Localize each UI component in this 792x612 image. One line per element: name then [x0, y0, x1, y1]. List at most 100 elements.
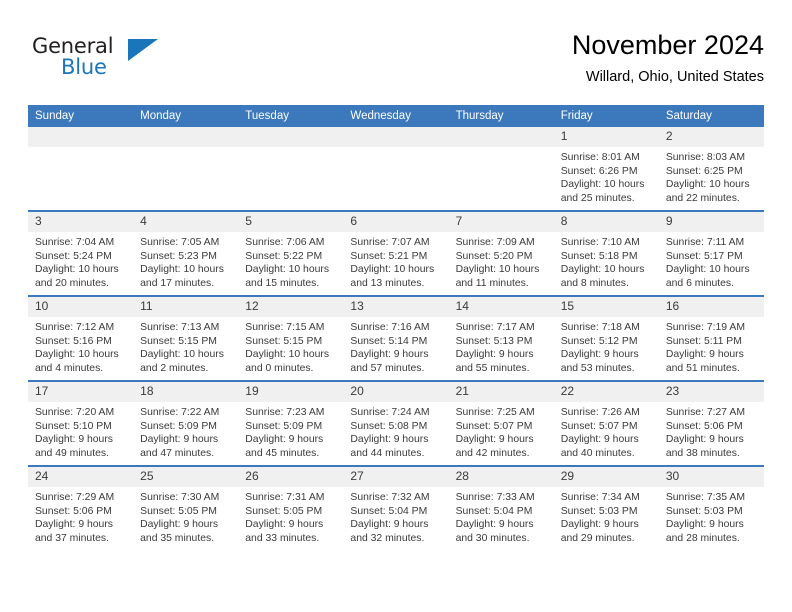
day-number: 20 — [343, 382, 449, 402]
day-details: Sunrise: 7:07 AM Sunset: 5:21 PM Daylight:… — [343, 232, 448, 290]
day-details: Sunrise: 7:23 AM Sunset: 5:09 PM Daylight:… — [238, 402, 343, 460]
sunset-text: Sunset: 5:22 PM — [245, 250, 323, 262]
sunset-text: Sunset: 5:07 PM — [560, 420, 638, 432]
day-details: Sunrise: 8:01 AM Sunset: 6:26 PM Daylight:… — [554, 147, 659, 205]
day-number: 23 — [658, 382, 764, 402]
calendar-day-cell[interactable]: 25 Sunrise: 7:30 AM Sunset: 5:05 PM Dayligh… — [133, 465, 239, 550]
sunrise-text: Sunrise: 7:17 AM — [455, 322, 535, 333]
calendar-day-cell[interactable]: 19 Sunrise: 7:23 AM Sunset: 5:09 PM Dayligh… — [238, 380, 344, 466]
calendar-week-row: 10 Sunrise: 7:12 AM Sunset: 5:16 PM Dayligh… — [28, 295, 764, 381]
calendar-day-cell[interactable]: 12 Sunrise: 7:15 AM Sunset: 5:15 PM Dayligh… — [238, 295, 344, 381]
day-number: 18 — [133, 382, 239, 402]
weekday-header-row: Sunday Monday Tuesday Wednesday Thursday… — [28, 105, 764, 127]
day-cell-inner: 13 Sunrise: 7:16 AM Sunset: 5:14 PM Dayligh… — [343, 297, 449, 380]
day-cell-inner: 23 Sunrise: 7:27 AM Sunset: 5:06 PM Dayligh… — [658, 382, 764, 465]
page-header: General Blue November 2024 Willard, Ohio… — [28, 28, 764, 98]
calendar-day-cell[interactable]: 8 Sunrise: 7:10 AM Sunset: 5:18 PM Daylight… — [553, 210, 659, 296]
calendar-day-cell[interactable]: 2 Sunrise: 8:03 AM Sunset: 6:25 PM Daylight… — [658, 127, 764, 211]
calendar-cell-empty — [133, 127, 239, 211]
sunset-text: Sunset: 5:12 PM — [560, 335, 638, 347]
daylight-text: Daylight: 9 hours and 29 minutes. — [560, 519, 639, 544]
day-number: 4 — [133, 212, 239, 232]
calendar-day-cell[interactable]: 23 Sunrise: 7:27 AM Sunset: 5:06 PM Dayligh… — [658, 380, 764, 466]
sunset-text: Sunset: 5:08 PM — [350, 420, 428, 432]
sunrise-text: Sunrise: 7:27 AM — [665, 407, 745, 418]
calendar-day-cell[interactable]: 18 Sunrise: 7:22 AM Sunset: 5:09 PM Dayligh… — [133, 380, 239, 466]
sunrise-text: Sunrise: 7:35 AM — [665, 492, 745, 503]
calendar-day-cell[interactable]: 6 Sunrise: 7:07 AM Sunset: 5:21 PM Daylight… — [343, 210, 449, 296]
day-number — [133, 127, 239, 147]
day-cell-inner: 12 Sunrise: 7:15 AM Sunset: 5:15 PM Dayligh… — [238, 297, 344, 380]
day-cell-inner: 6 Sunrise: 7:07 AM Sunset: 5:21 PM Daylight… — [343, 212, 449, 295]
day-number: 6 — [343, 212, 449, 232]
daylight-text: Daylight: 10 hours and 4 minutes. — [35, 349, 119, 374]
day-cell-inner: 18 Sunrise: 7:22 AM Sunset: 5:09 PM Dayligh… — [133, 382, 239, 465]
day-number: 8 — [553, 212, 659, 232]
weekday-header-friday: Friday — [553, 105, 659, 127]
calendar-day-cell[interactable]: 4 Sunrise: 7:05 AM Sunset: 5:23 PM Daylight… — [133, 210, 239, 296]
day-number: 5 — [238, 212, 344, 232]
brand-logo[interactable]: General Blue — [28, 34, 248, 92]
daylight-text: Daylight: 9 hours and 53 minutes. — [560, 349, 639, 374]
sunrise-text: Sunrise: 8:01 AM — [560, 152, 640, 163]
day-details: Sunrise: 7:20 AM Sunset: 5:10 PM Daylight:… — [28, 402, 133, 460]
calendar-header-row: Sunday Monday Tuesday Wednesday Thursday… — [28, 105, 764, 127]
calendar-day-cell[interactable]: 24 Sunrise: 7:29 AM Sunset: 5:06 PM Dayligh… — [28, 465, 134, 550]
calendar-cell-empty — [238, 127, 344, 211]
day-number: 10 — [28, 297, 134, 317]
calendar-day-cell[interactable]: 16 Sunrise: 7:19 AM Sunset: 5:11 PM Dayligh… — [658, 295, 764, 381]
sunset-text: Sunset: 5:06 PM — [35, 505, 112, 517]
weekday-header-saturday: Saturday — [658, 105, 764, 127]
daylight-text: Daylight: 9 hours and 49 minutes. — [35, 434, 113, 459]
calendar-day-cell[interactable]: 22 Sunrise: 7:26 AM Sunset: 5:07 PM Dayligh… — [553, 380, 659, 466]
calendar-day-cell[interactable]: 17 Sunrise: 7:20 AM Sunset: 5:10 PM Dayligh… — [28, 380, 134, 466]
daylight-text: Daylight: 9 hours and 37 minutes. — [35, 519, 113, 544]
weekday-header-tuesday: Tuesday — [238, 105, 344, 127]
calendar-day-cell[interactable]: 7 Sunrise: 7:09 AM Sunset: 5:20 PM Daylight… — [448, 210, 554, 296]
day-number: 12 — [238, 297, 344, 317]
calendar-body: 1 Sunrise: 8:01 AM Sunset: 6:26 PM Daylight… — [28, 127, 764, 550]
calendar-day-cell[interactable]: 14 Sunrise: 7:17 AM Sunset: 5:13 PM Dayligh… — [448, 295, 554, 381]
sunrise-text: Sunrise: 7:09 AM — [455, 237, 535, 248]
sunrise-text: Sunrise: 7:06 AM — [245, 237, 325, 248]
calendar-day-cell[interactable]: 20 Sunrise: 7:24 AM Sunset: 5:08 PM Dayligh… — [343, 380, 449, 466]
calendar-day-cell[interactable]: 3 Sunrise: 7:04 AM Sunset: 5:24 PM Daylight… — [28, 210, 134, 296]
daylight-text: Daylight: 10 hours and 0 minutes. — [245, 349, 330, 374]
calendar-day-cell[interactable]: 26 Sunrise: 7:31 AM Sunset: 5:05 PM Dayligh… — [238, 465, 344, 550]
day-number: 3 — [28, 212, 134, 232]
day-cell-inner: 29 Sunrise: 7:34 AM Sunset: 5:03 PM Dayligh… — [553, 467, 659, 550]
calendar-day-cell[interactable]: 29 Sunrise: 7:34 AM Sunset: 5:03 PM Dayligh… — [553, 465, 659, 550]
calendar-day-cell[interactable]: 5 Sunrise: 7:06 AM Sunset: 5:22 PM Daylight… — [238, 210, 344, 296]
sunset-text: Sunset: 5:13 PM — [455, 335, 533, 347]
calendar-cell-empty — [28, 127, 134, 211]
calendar-day-cell[interactable]: 27 Sunrise: 7:32 AM Sunset: 5:04 PM Dayligh… — [343, 465, 449, 550]
day-cell-inner: 25 Sunrise: 7:30 AM Sunset: 5:05 PM Dayligh… — [133, 467, 239, 550]
day-number: 15 — [553, 297, 659, 317]
day-details: Sunrise: 7:26 AM Sunset: 5:07 PM Daylight:… — [554, 402, 659, 460]
sunrise-text: Sunrise: 7:12 AM — [35, 322, 115, 333]
daylight-text: Daylight: 9 hours and 38 minutes. — [665, 434, 744, 459]
calendar-day-cell[interactable]: 1 Sunrise: 8:01 AM Sunset: 6:26 PM Daylight… — [553, 127, 659, 211]
sunset-text: Sunset: 5:04 PM — [455, 505, 533, 517]
calendar-week-row: 3 Sunrise: 7:04 AM Sunset: 5:24 PM Daylight… — [28, 210, 764, 296]
calendar-day-cell[interactable]: 28 Sunrise: 7:33 AM Sunset: 5:04 PM Dayligh… — [448, 465, 554, 550]
sunrise-text: Sunrise: 7:15 AM — [245, 322, 325, 333]
sunrise-text: Sunrise: 7:25 AM — [455, 407, 535, 418]
sunrise-text: Sunrise: 7:29 AM — [35, 492, 115, 503]
day-cell-inner: 26 Sunrise: 7:31 AM Sunset: 5:05 PM Dayligh… — [238, 467, 344, 550]
calendar-day-cell[interactable]: 9 Sunrise: 7:11 AM Sunset: 5:17 PM Daylight… — [658, 210, 764, 296]
calendar-day-cell[interactable]: 15 Sunrise: 7:18 AM Sunset: 5:12 PM Dayligh… — [553, 295, 659, 381]
daylight-text: Daylight: 9 hours and 42 minutes. — [455, 434, 534, 459]
calendar-day-cell[interactable]: 11 Sunrise: 7:13 AM Sunset: 5:15 PM Dayligh… — [133, 295, 239, 381]
calendar-day-cell[interactable]: 13 Sunrise: 7:16 AM Sunset: 5:14 PM Dayligh… — [343, 295, 449, 381]
sunrise-text: Sunrise: 7:20 AM — [35, 407, 115, 418]
day-details: Sunrise: 7:22 AM Sunset: 5:09 PM Daylight:… — [133, 402, 238, 460]
calendar-day-cell[interactable]: 21 Sunrise: 7:25 AM Sunset: 5:07 PM Dayligh… — [448, 380, 554, 466]
day-details: Sunrise: 7:27 AM Sunset: 5:06 PM Daylight:… — [659, 402, 764, 460]
calendar-day-cell[interactable]: 10 Sunrise: 7:12 AM Sunset: 5:16 PM Dayligh… — [28, 295, 134, 381]
sunset-text: Sunset: 5:05 PM — [245, 505, 323, 517]
day-cell-inner — [238, 127, 344, 210]
page-subtitle: Willard, Ohio, United States — [585, 69, 764, 85]
daylight-text: Daylight: 10 hours and 2 minutes. — [140, 349, 224, 374]
calendar-day-cell[interactable]: 30 Sunrise: 7:35 AM Sunset: 5:03 PM Dayligh… — [658, 465, 764, 550]
